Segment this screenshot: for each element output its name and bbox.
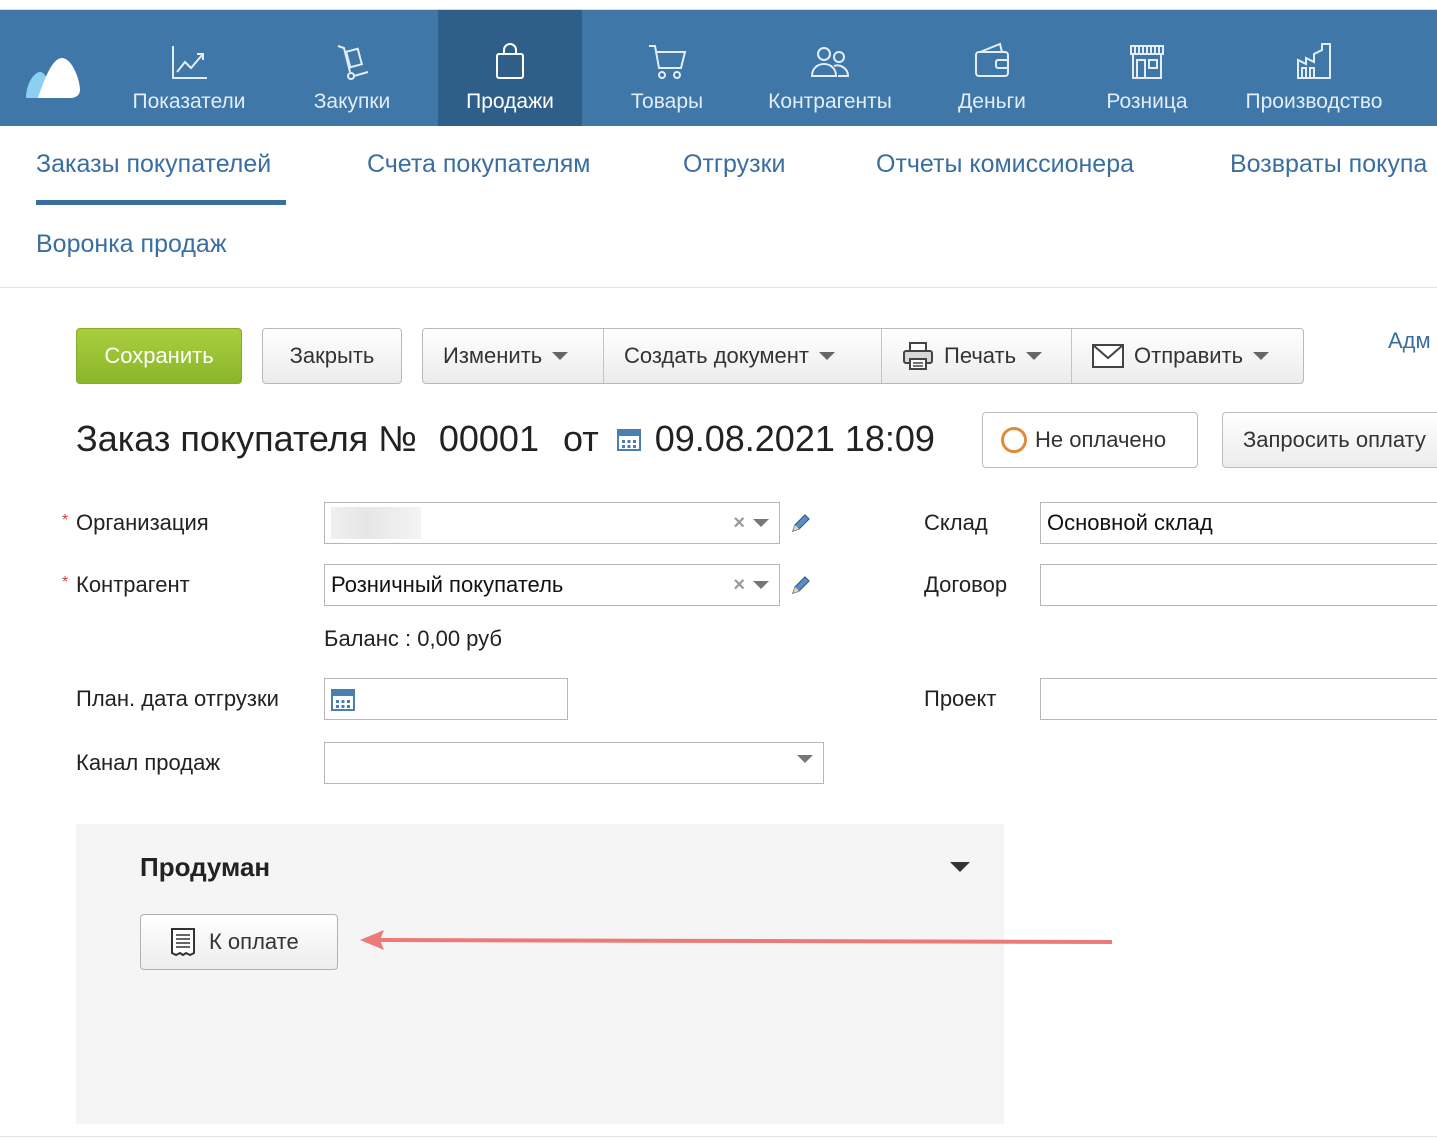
contract-field[interactable] <box>1040 564 1437 606</box>
subnav-customer-invoices[interactable]: Счета покупателям <box>367 150 591 179</box>
shopping-bag-icon <box>488 40 532 84</box>
counterparty-value: Розничный покупатель <box>331 572 564 597</box>
nav-label: Производство <box>1245 90 1383 113</box>
printer-icon <box>903 342 933 370</box>
request-payment-button[interactable]: Запросить оплату <box>1222 412 1437 468</box>
warehouse-label: Склад <box>924 510 988 535</box>
nav-label: Закупки <box>313 90 391 113</box>
chevron-down-icon <box>552 352 569 360</box>
toolbar-button-group: Изменить Создать документ Печать Отправи… <box>422 328 1304 384</box>
edit-pencil-icon[interactable] <box>790 574 812 596</box>
envelope-icon <box>1092 344 1124 368</box>
nav-label: Показатели <box>132 90 246 113</box>
edit-dropdown-button[interactable]: Изменить <box>423 329 604 383</box>
organization-label: Организация <box>76 510 209 535</box>
chevron-down-icon <box>1026 352 1043 360</box>
store-icon <box>1125 40 1169 84</box>
calendar-icon[interactable] <box>331 687 355 711</box>
active-tab-underline <box>36 200 286 205</box>
clear-icon[interactable]: × <box>733 513 745 533</box>
nav-item-sales[interactable]: Продажи <box>438 10 582 126</box>
admin-link[interactable]: Адм <box>1388 328 1431 354</box>
nav-item-goods[interactable]: Товары <box>612 10 722 126</box>
counterparty-field[interactable]: Розничный покупатель × <box>324 564 780 606</box>
widget-title: Продуман <box>140 852 271 882</box>
order-title-text: Заказ покупателя № <box>76 418 417 459</box>
ship-date-label: План. дата отгрузки <box>76 686 279 711</box>
clear-icon[interactable]: × <box>733 575 745 595</box>
nav-item-purchases[interactable]: Закупки <box>292 10 412 126</box>
project-field[interactable] <box>1040 678 1437 720</box>
subnav-customer-returns[interactable]: Возвраты покупа <box>1230 150 1427 179</box>
redacted-value <box>331 507 421 539</box>
subnav-sales-funnel[interactable]: Воронка продаж <box>36 230 227 259</box>
balance-text: Баланс : 0,00 руб <box>324 626 502 651</box>
chevron-down-icon[interactable] <box>753 581 769 589</box>
sub-navigation: Заказы покупателей Счета покупателям Отг… <box>0 126 1437 288</box>
wallet-icon <box>970 40 1014 84</box>
nav-item-indicators[interactable]: Показатели <box>110 10 268 126</box>
cart-icon <box>645 40 689 84</box>
nav-item-money[interactable]: Деньги <box>940 10 1044 126</box>
nav-label: Контрагенты <box>768 90 892 113</box>
nav-item-retail[interactable]: Розница <box>1090 10 1204 126</box>
save-button[interactable]: Сохранить <box>76 328 242 384</box>
order-title: Заказ покупателя № 00001 от 09.08.2021 1… <box>76 418 935 460</box>
chevron-down-icon[interactable] <box>797 755 813 763</box>
create-document-dropdown-button[interactable]: Создать документ <box>604 329 882 383</box>
payment-status-label: Не оплачено <box>1035 427 1167 452</box>
chevron-down-icon <box>1253 352 1270 360</box>
close-button[interactable]: Закрыть <box>262 328 402 384</box>
sales-channel-label: Канал продаж <box>76 750 221 775</box>
warehouse-value: Основной склад <box>1047 510 1213 535</box>
subnav-shipments[interactable]: Отгрузки <box>683 150 786 179</box>
to-payment-label: К оплате <box>209 929 299 954</box>
create-document-label: Создать документ <box>624 343 810 368</box>
moysklad-logo-icon[interactable] <box>24 50 84 100</box>
chart-line-icon <box>167 40 211 84</box>
payment-status-button[interactable]: Не оплачено <box>982 412 1198 468</box>
subnav-commission-reports[interactable]: Отчеты комиссионера <box>876 150 1134 179</box>
nav-label: Деньги <box>958 90 1026 113</box>
status-circle-icon <box>1001 427 1027 453</box>
annotation-arrow <box>360 930 1113 950</box>
nav-label: Розница <box>1106 90 1188 113</box>
main-navigation: Показатели Закупки Продажи Товары Контра… <box>0 10 1437 126</box>
hand-truck-icon <box>330 40 374 84</box>
bottom-divider <box>0 1136 1437 1140</box>
window-top-edge <box>0 0 1437 10</box>
chevron-down-icon[interactable] <box>753 519 769 527</box>
nav-item-counterparties[interactable]: Контрагенты <box>752 10 908 126</box>
from-label: от <box>562 418 599 459</box>
sales-channel-select[interactable] <box>324 742 824 784</box>
nav-item-production[interactable]: Производство <box>1230 10 1398 126</box>
required-marker: * <box>62 512 69 529</box>
counterparty-label: Контрагент <box>76 572 190 597</box>
calendar-icon[interactable] <box>616 427 641 451</box>
edit-label: Изменить <box>443 343 543 368</box>
collapse-caret-icon[interactable] <box>950 862 970 872</box>
organization-field[interactable]: × <box>324 502 780 544</box>
print-label: Печать <box>944 343 1017 368</box>
order-number[interactable]: 00001 <box>439 418 539 460</box>
nav-label: Товары <box>630 90 704 113</box>
required-marker: * <box>62 574 69 591</box>
contract-label: Договор <box>924 572 1008 597</box>
warehouse-field[interactable]: Основной склад <box>1040 502 1437 544</box>
chevron-down-icon <box>819 352 836 360</box>
project-label: Проект <box>924 686 997 711</box>
receipt-icon <box>171 928 195 957</box>
print-dropdown-button[interactable]: Печать <box>882 329 1072 383</box>
edit-pencil-icon[interactable] <box>790 512 812 534</box>
produman-widget-panel: Продуман К оплате <box>76 824 1004 1124</box>
send-label: Отправить <box>1134 343 1244 368</box>
factory-icon <box>1292 40 1336 84</box>
send-dropdown-button[interactable]: Отправить <box>1072 329 1303 383</box>
users-icon <box>808 40 852 84</box>
to-payment-button[interactable]: К оплате <box>140 914 338 970</box>
ship-date-field[interactable] <box>324 678 568 720</box>
order-datetime[interactable]: 09.08.2021 18:09 <box>655 418 935 460</box>
subnav-customer-orders[interactable]: Заказы покупателей <box>36 150 271 179</box>
nav-label: Продажи <box>466 90 554 113</box>
